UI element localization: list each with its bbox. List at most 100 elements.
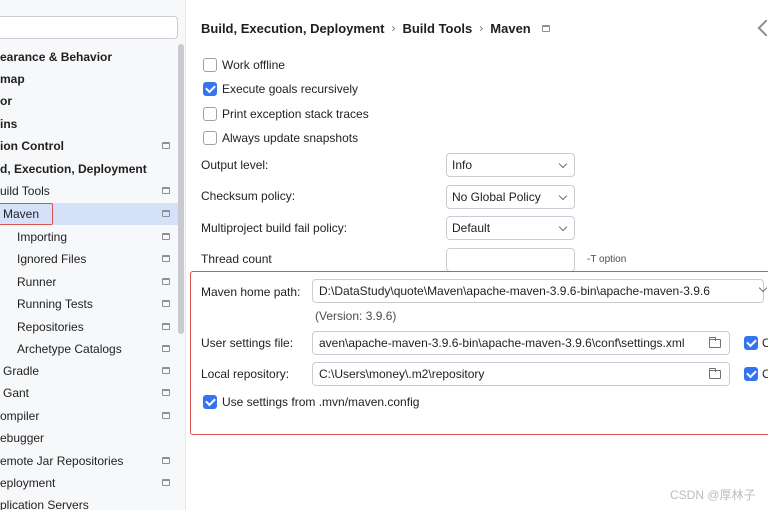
- back-arrow-icon[interactable]: [757, 19, 768, 37]
- chevron-down-icon: [558, 191, 568, 201]
- chevron-down-icon: [558, 159, 568, 169]
- tree-item-label: ion Control: [0, 139, 64, 153]
- override-settings-checkbox[interactable]: [744, 336, 758, 350]
- tree-item-label: Maven: [3, 207, 40, 221]
- tree-item-build-execution-deployment[interactable]: d, Execution, Deployment: [0, 158, 178, 180]
- tree-item-repositories[interactable]: Repositories: [0, 316, 178, 338]
- project-level-icon: [162, 300, 170, 307]
- use-mvn-config-option: Use settings from .mvn/maven.config: [203, 393, 419, 411]
- local-repository-value: C:\Users\money\.m2\repository: [319, 367, 485, 381]
- tree-item-label: Gant: [3, 386, 30, 400]
- tree-item-importing[interactable]: Importing: [0, 226, 178, 248]
- tree-item-label: ebugger: [0, 431, 45, 445]
- maven-home-value: D:\DataStudy\quote\Maven\apache-maven-3.…: [319, 284, 710, 298]
- update-snapshots-checkbox[interactable]: [203, 131, 217, 145]
- folder-icon[interactable]: [709, 337, 721, 348]
- print-stack-checkbox[interactable]: [203, 107, 217, 121]
- project-level-icon: [162, 479, 170, 486]
- execute-goals-checkbox[interactable]: [203, 82, 217, 96]
- user-settings-value: aven\apache-maven-3.9.6-bin\apache-maven…: [319, 336, 685, 350]
- checksum-policy-value: No Global Policy: [452, 190, 541, 204]
- output-level-label: Output level:: [201, 158, 269, 172]
- project-level-icon: [162, 210, 170, 217]
- tree-item-label: Importing: [17, 230, 68, 244]
- local-repository-field[interactable]: C:\Users\money\.m2\repository: [312, 362, 730, 386]
- project-level-icon: [162, 255, 170, 262]
- thread-count-input[interactable]: [446, 248, 575, 272]
- tree-item-version-control[interactable]: ion Control: [0, 135, 178, 157]
- local-repository-label: Local repository:: [201, 367, 290, 381]
- breadcrumb-separator: ›: [479, 21, 484, 35]
- project-level-icon: [162, 233, 170, 240]
- project-level-icon: [162, 187, 170, 194]
- tree-item-application-servers[interactable]: plication Servers: [0, 494, 178, 510]
- tree-item-gradle[interactable]: Gradle: [0, 360, 178, 382]
- tree-item-label: earance & Behavior: [0, 50, 113, 64]
- tree-item-keymap[interactable]: map: [0, 68, 178, 90]
- project-level-icon: [162, 345, 170, 352]
- checksum-policy-label: Checksum policy:: [201, 189, 296, 203]
- output-level-value: Info: [452, 158, 473, 172]
- override-settings-label: O: [762, 336, 768, 350]
- work-offline-option: Work offline: [203, 56, 285, 74]
- maven-version-text: (Version: 3.9.6): [315, 309, 397, 323]
- tree-item-plugins[interactable]: ins: [0, 113, 178, 135]
- tree-item-label: or: [0, 94, 12, 108]
- tree-item-archetype-catalogs[interactable]: Archetype Catalogs: [0, 338, 178, 360]
- tree-item-running-tests[interactable]: Running Tests: [0, 293, 178, 315]
- maven-home-label: Maven home path:: [201, 285, 301, 299]
- use-mvn-config-checkbox[interactable]: [203, 395, 217, 409]
- tree-item-editor[interactable]: or: [0, 90, 178, 112]
- tree-item-appearance[interactable]: earance & Behavior: [0, 46, 178, 68]
- tree-item-remote-jar-repositories[interactable]: emote Jar Repositories: [0, 450, 178, 472]
- tree-item-build-tools[interactable]: uild Tools: [0, 180, 178, 202]
- breadcrumb-build-tools[interactable]: Build Tools: [402, 21, 472, 36]
- tree-item-ignored-files[interactable]: Ignored Files: [0, 248, 178, 270]
- tree-item-runner[interactable]: Runner: [0, 271, 178, 293]
- execute-goals-label: Execute goals recursively: [222, 82, 359, 96]
- tree-item-debugger[interactable]: ebugger: [0, 427, 178, 449]
- checksum-policy-select[interactable]: No Global Policy: [446, 185, 575, 209]
- project-level-icon: [162, 142, 170, 149]
- tree-item-label: d, Execution, Deployment: [0, 162, 147, 176]
- tree-item-compiler[interactable]: ompiler: [0, 405, 178, 427]
- project-level-icon: [162, 457, 170, 464]
- multiproject-policy-label: Multiproject build fail policy:: [201, 221, 348, 235]
- project-level-icon: [162, 412, 170, 419]
- tree-item-label: Ignored Files: [17, 252, 87, 266]
- maven-home-field[interactable]: D:\DataStudy\quote\Maven\apache-maven-3.…: [312, 279, 764, 303]
- tree-item-label: Repositories: [17, 320, 84, 334]
- settings-search-input[interactable]: [0, 16, 178, 39]
- tree-item-label: ompiler: [0, 409, 40, 423]
- tree-item-deployment[interactable]: eployment: [0, 472, 178, 494]
- work-offline-checkbox[interactable]: [203, 58, 217, 72]
- print-stack-label: Print exception stack traces: [222, 107, 369, 121]
- update-snapshots-label: Always update snapshots: [222, 131, 359, 145]
- project-level-icon: [162, 323, 170, 330]
- override-repository-checkbox[interactable]: [744, 367, 758, 381]
- breadcrumb-maven: Maven: [490, 20, 531, 36]
- chevron-down-icon: [558, 222, 568, 232]
- project-level-icon: [162, 367, 170, 374]
- execute-goals-option: Execute goals recursively: [203, 80, 358, 98]
- multiproject-policy-select[interactable]: Default: [446, 216, 575, 240]
- thread-count-label: Thread count: [201, 252, 272, 266]
- work-offline-label: Work offline: [222, 58, 285, 72]
- user-settings-field[interactable]: aven\apache-maven-3.9.6-bin\apache-maven…: [312, 331, 730, 355]
- tree-item-gant[interactable]: Gant: [0, 382, 178, 404]
- tree-item-label: Archetype Catalogs: [17, 342, 122, 356]
- sidebar-scrollbar[interactable]: [178, 44, 184, 334]
- tree-item-maven[interactable]: Maven: [0, 203, 178, 225]
- breadcrumb-build-execution[interactable]: Build, Execution, Deployment: [201, 21, 384, 36]
- folder-icon[interactable]: [709, 368, 721, 379]
- output-level-select[interactable]: Info: [446, 153, 575, 177]
- tree-item-label: uild Tools: [0, 184, 50, 198]
- update-snapshots-option: Always update snapshots: [203, 129, 358, 147]
- print-stack-option: Print exception stack traces: [203, 105, 369, 123]
- user-settings-label: User settings file:: [201, 336, 294, 350]
- tree-item-label: Runner: [17, 275, 57, 289]
- watermark-text: CSDN @厚林子: [670, 488, 756, 502]
- breadcrumb: Build, Execution, Deployment › Build Too…: [201, 19, 550, 37]
- tree-item-label: map: [0, 72, 25, 86]
- tree-item-label: eployment: [0, 476, 56, 490]
